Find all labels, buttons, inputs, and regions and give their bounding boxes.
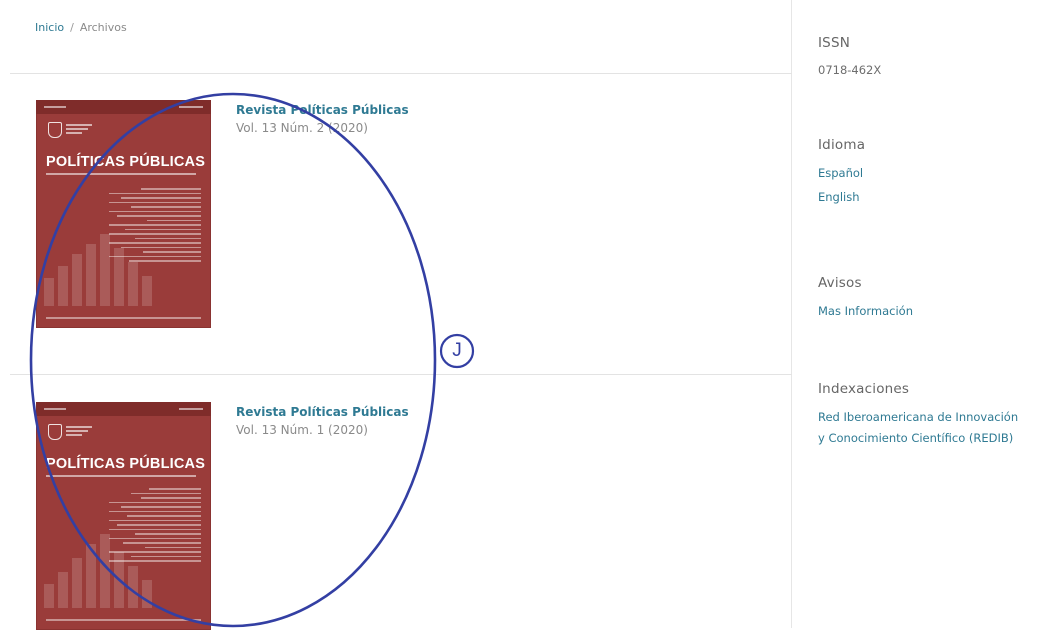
issue-volume: Vol. 13 Núm. 2 (2020) [236,121,368,135]
breadcrumb: Inicio / Archivos [35,21,127,34]
more-info-link[interactable]: Mas Información [818,299,1043,323]
cover-top-bar [36,100,211,114]
cover-subtitle-line [46,475,196,477]
issue-title-link[interactable]: Revista Políticas Públicas [236,405,409,419]
divider [10,73,792,74]
issue-cover-link[interactable]: POLÍTICAS PÚBLICAS [36,100,211,328]
cover-title: POLÍTICAS PÚBLICAS [46,456,206,472]
cover-top-bar [36,402,211,416]
sidebar-block-language: Idioma Español English [818,137,1043,209]
cover-bar-graphic [44,528,154,608]
issn-value: 0718-462X [818,63,882,77]
issue-item: POLÍTICAS PÚBLICAS Revista Políticas Púb… [36,402,736,642]
breadcrumb-current: Archivos [79,21,127,34]
cover-publisher-lines [66,426,92,438]
sidebar-heading-notices: Avisos [818,275,862,291]
sidebar-heading-issn: ISSN [818,35,851,51]
sidebar-block-indexing: Indexaciones Red Iberoamericana de Innov… [818,381,1043,449]
issue-title-link[interactable]: Revista Políticas Públicas [236,103,409,117]
language-link-english[interactable]: English [818,185,1043,209]
cover-bar-graphic [44,226,154,306]
redib-link-line-2[interactable]: y Conocimiento Científico (REDIB) [818,428,1043,449]
breadcrumb-separator: / [70,21,74,34]
university-crest-icon [48,122,62,138]
sidebar-block-notices: Avisos Mas Información [818,275,1043,323]
issue-volume: Vol. 13 Núm. 1 (2020) [236,423,368,437]
cover-subtitle-line [46,173,196,175]
sidebar-block-issn: ISSN 0718-462X [818,35,1043,77]
sidebar-heading-indexing: Indexaciones [818,381,910,397]
cover-footer-line [46,317,201,319]
annotation-label: J [452,340,462,361]
issue-cover-link[interactable]: POLÍTICAS PÚBLICAS [36,402,211,630]
language-link-spanish[interactable]: Español [818,161,1043,185]
main-content: Inicio / Archivos POLÍTICAS PÚBLICAS Revis… [0,0,792,630]
sidebar-heading-language: Idioma [818,137,866,153]
cover-title: POLÍTICAS PÚBLICAS [46,154,206,170]
cover-footer-line [46,619,201,621]
issue-item: POLÍTICAS PÚBLICAS Revista Políticas Púb… [36,100,736,340]
breadcrumb-home-link[interactable]: Inicio [35,21,64,34]
redib-link-line-1[interactable]: Red Iberoamericana de Innovación [818,407,1043,428]
cover-publisher-lines [66,124,92,136]
university-crest-icon [48,424,62,440]
divider [10,374,792,375]
